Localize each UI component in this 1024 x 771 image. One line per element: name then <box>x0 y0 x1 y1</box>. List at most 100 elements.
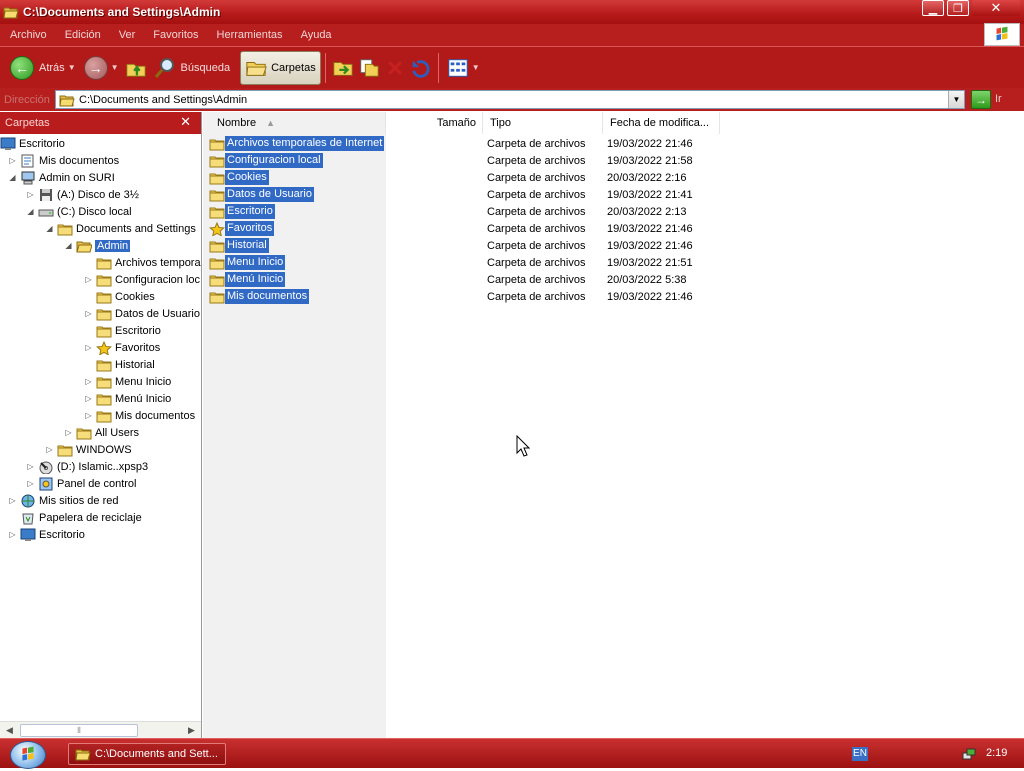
tree-item[interactable]: ▷ Datos de Usuario <box>84 305 200 322</box>
network-tray-icon[interactable] <box>962 747 976 761</box>
expand-icon[interactable]: ▷ <box>8 156 17 165</box>
delete-button[interactable] <box>382 55 408 81</box>
file-name-cell[interactable]: Mis documentos <box>209 288 310 305</box>
file-row[interactable]: Menú Inicio Carpeta de archivos 20/03/2022… <box>203 271 723 288</box>
menu-ayuda[interactable]: Ayuda <box>291 29 340 41</box>
menu-edicion[interactable]: Edición <box>55 29 109 41</box>
expand-icon[interactable]: ▷ <box>26 479 35 488</box>
menu-archivo[interactable]: Archivo <box>0 29 55 41</box>
tree-item[interactable]: ▷ All Users <box>64 424 139 441</box>
tree-item[interactable]: ▷ Configuracion loc <box>84 271 200 288</box>
file-name-cell[interactable]: Menu Inicio <box>209 254 286 271</box>
file-row[interactable]: Escritorio Carpeta de archivos 20/03/2022 … <box>203 203 723 220</box>
collapse-icon[interactable]: ◢ <box>26 207 35 216</box>
back-button[interactable]: ← Atrás ▼ <box>6 51 80 85</box>
file-name-cell[interactable]: Archivos temporales de Internet <box>209 135 385 152</box>
file-name-cell[interactable]: Datos de Usuario <box>209 186 314 203</box>
expand-icon[interactable]: ▷ <box>84 411 93 420</box>
back-dropdown-icon[interactable]: ▼ <box>68 63 76 72</box>
scroll-left-icon[interactable]: ◀ <box>6 725 13 736</box>
file-row[interactable]: Datos de Usuario Carpeta de archivos 19/03… <box>203 186 723 203</box>
file-row[interactable]: Menu Inicio Carpeta de archivos 19/03/2022… <box>203 254 723 271</box>
tree-item[interactable]: ◢ Admin <box>64 237 131 254</box>
tree-item[interactable]: ▷ Mis documentos <box>84 407 195 424</box>
expand-icon[interactable]: ▷ <box>64 428 73 437</box>
tree-item[interactable]: ▷ Mis sitios de red <box>8 492 118 509</box>
file-name-cell[interactable]: Configuracion local <box>209 152 323 169</box>
language-indicator[interactable]: EN <box>852 747 868 761</box>
menu-herramientas[interactable]: Herramientas <box>207 29 291 41</box>
collapse-icon[interactable]: ◢ <box>8 173 17 182</box>
taskbar-window-button[interactable]: C:\Documents and Sett... <box>68 743 226 765</box>
column-header-size[interactable]: Tamaño <box>386 112 483 134</box>
title-bar[interactable]: C:\Documents and Settings\Admin ▁ ❐ ✕ <box>0 0 1024 24</box>
minimize-button[interactable]: ▁ <box>922 0 944 16</box>
tree-item[interactable]: ▷ Panel de control <box>26 475 137 492</box>
scroll-thumb[interactable]: ⦀ <box>20 724 138 737</box>
restore-button[interactable]: ❐ <box>947 0 969 16</box>
file-name-cell[interactable]: Cookies <box>209 169 269 186</box>
collapse-icon[interactable]: ◢ <box>64 241 73 250</box>
column-header-date[interactable]: Fecha de modifica... <box>603 112 720 134</box>
tree-item[interactable]: ▷ WINDOWS <box>45 441 132 458</box>
tree-item[interactable]: ▷ Mis documentos <box>8 152 119 169</box>
tree-item[interactable]: ▷ Escritorio <box>8 526 85 543</box>
views-button[interactable]: ▼ <box>443 51 484 85</box>
tree-item[interactable]: ▷ Menu Inicio <box>84 373 171 390</box>
tree-item[interactable]: Papelera de reciclaje <box>8 509 142 526</box>
go-label[interactable]: Ir <box>995 93 1002 105</box>
collapse-icon[interactable]: ◢ <box>45 224 54 233</box>
tree-item[interactable]: ▷ (A:) Disco de 3½ <box>26 186 139 203</box>
file-name-cell[interactable]: Favoritos <box>209 220 275 237</box>
tree-item[interactable]: Historial <box>84 356 155 373</box>
undo-button[interactable] <box>408 55 434 81</box>
file-name-cell[interactable]: Escritorio <box>209 203 275 220</box>
tree-item[interactable]: Cookies <box>84 288 155 305</box>
tree-item[interactable]: ▷ (D:) Islamic..xpsp3 <box>26 458 148 475</box>
file-row[interactable]: Mis documentos Carpeta de archivos 19/03/2… <box>203 288 723 305</box>
go-button[interactable]: → <box>971 90 991 109</box>
close-button[interactable]: ✕ <box>972 0 1020 16</box>
expand-icon[interactable]: ▷ <box>84 343 93 352</box>
move-to-button[interactable] <box>330 55 356 81</box>
tree-item[interactable]: ◢ Documents and Settings <box>45 220 196 237</box>
expand-icon[interactable]: ▷ <box>84 309 93 318</box>
up-folder-button[interactable] <box>123 55 149 81</box>
tree-item[interactable]: ◢ Admin on SURI <box>8 169 115 186</box>
file-row[interactable]: Historial Carpeta de archivos 19/03/2022 2… <box>203 237 723 254</box>
tree-item[interactable]: Escritorio <box>84 322 161 339</box>
expand-icon[interactable]: ▷ <box>84 275 93 284</box>
copy-to-button[interactable] <box>356 55 382 81</box>
menu-favoritos[interactable]: Favoritos <box>143 29 206 41</box>
address-dropdown-icon[interactable]: ▼ <box>948 91 964 108</box>
tree-item[interactable]: ▷ Menú Inicio <box>84 390 171 407</box>
search-button[interactable]: Búsqueda <box>149 51 235 85</box>
file-name-cell[interactable]: Historial <box>209 237 269 254</box>
tree-item[interactable]: ◢ (C:) Disco local <box>26 203 131 220</box>
file-row[interactable]: Cookies Carpeta de archivos 20/03/2022 2:1… <box>203 169 723 186</box>
expand-icon[interactable]: ▷ <box>84 377 93 386</box>
views-dropdown-icon[interactable]: ▼ <box>472 63 480 72</box>
tree-item[interactable]: ▷ Favoritos <box>84 339 160 356</box>
file-name-cell[interactable]: Menú Inicio <box>209 271 286 288</box>
expand-icon[interactable]: ▷ <box>8 530 17 539</box>
file-row[interactable]: Favoritos Carpeta de archivos 19/03/2022 2… <box>203 220 723 237</box>
expand-icon[interactable]: ▷ <box>8 496 17 505</box>
forward-button[interactable]: → ▼ <box>80 51 123 85</box>
tree-item[interactable]: Escritorio <box>0 135 65 152</box>
expand-icon[interactable]: ▷ <box>26 190 35 199</box>
file-row[interactable]: Archivos temporales de Internet Carpeta d… <box>203 135 723 152</box>
expand-icon[interactable]: ▷ <box>84 394 93 403</box>
address-input[interactable]: C:\Documents and Settings\Admin ▼ <box>55 90 965 109</box>
folders-button[interactable]: Carpetas <box>240 50 321 85</box>
column-header-type[interactable]: Tipo <box>483 112 603 134</box>
column-header-name[interactable]: Nombre ▲ <box>203 112 386 134</box>
file-row[interactable]: Configuracion local Carpeta de archivos 19… <box>203 152 723 169</box>
start-button[interactable] <box>10 741 46 769</box>
tree-item[interactable]: Archivos tempora <box>84 254 201 271</box>
menu-ver[interactable]: Ver <box>109 29 144 41</box>
scroll-right-icon[interactable]: ▶ <box>188 725 195 736</box>
expand-icon[interactable]: ▷ <box>26 462 35 471</box>
horizontal-scrollbar[interactable]: ◀ ⦀ ▶ <box>0 721 201 738</box>
forward-dropdown-icon[interactable]: ▼ <box>111 63 119 72</box>
